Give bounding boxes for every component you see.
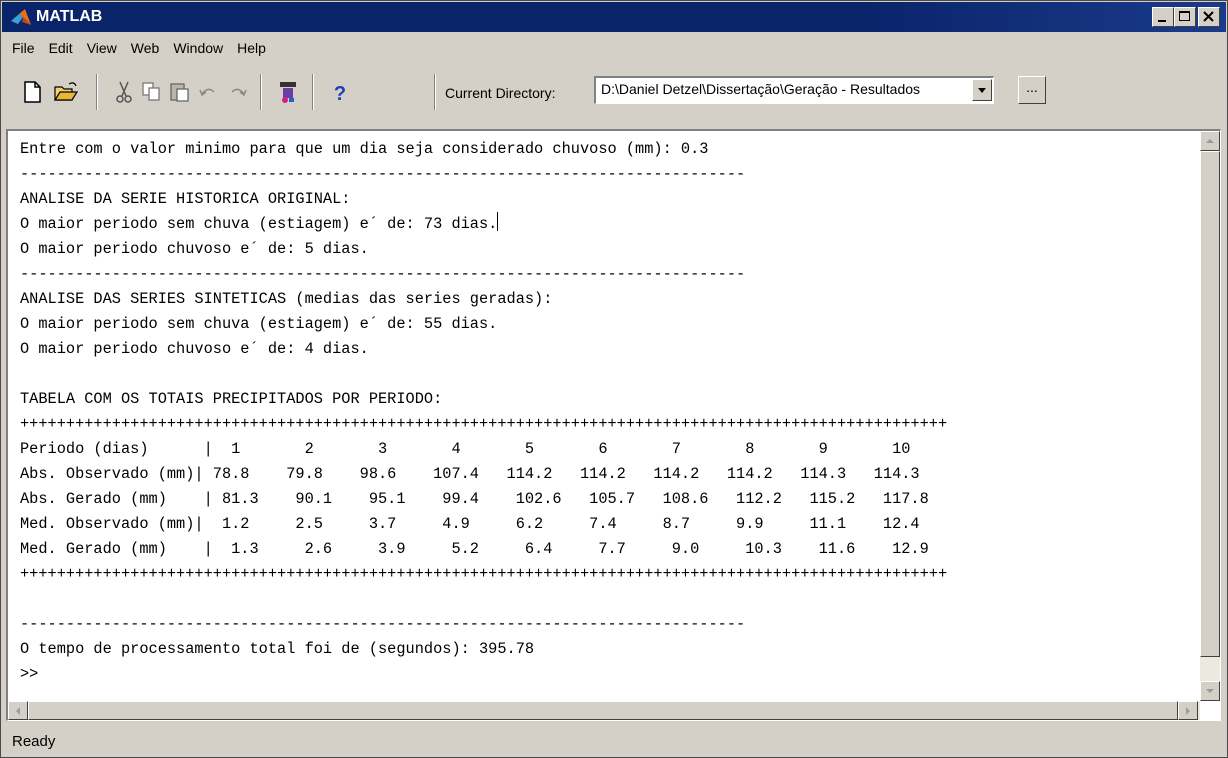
scroll-down-button[interactable]	[1200, 681, 1220, 701]
menu-file[interactable]: File	[2, 35, 42, 61]
matlab-window: MATLAB File Edit View Web Window Help ? …	[0, 0, 1228, 758]
window-title: MATLAB	[36, 8, 103, 25]
title-bar[interactable]: MATLAB	[2, 2, 1226, 32]
menu-bar: File Edit View Web Window Help	[2, 35, 1226, 61]
text-cursor	[497, 212, 499, 231]
close-button[interactable]	[1198, 7, 1220, 27]
console-line: >>	[20, 665, 39, 683]
undo-icon[interactable]	[194, 78, 222, 106]
console-line: O maior periodo chuvoso e´ de: 5 dias.	[20, 240, 369, 258]
copy-icon[interactable]	[138, 78, 166, 106]
chevron-down-icon	[978, 88, 986, 93]
browse-directory-button[interactable]: ...	[1018, 76, 1046, 104]
console-line: Med. Observado (mm)| 1.2 2.5 3.7 4.9 6.2…	[20, 515, 920, 533]
arrow-right-icon	[1186, 707, 1190, 715]
console-line: O tempo de processamento total foi de (s…	[20, 640, 535, 658]
new-file-icon[interactable]	[18, 78, 46, 106]
console-line: ----------------------------------------…	[20, 265, 746, 283]
console-output: Entre com o valor minimo para que um dia…	[20, 137, 1185, 685]
toolbar-separator	[312, 74, 314, 110]
vertical-scrollbar[interactable]	[1200, 131, 1220, 701]
open-folder-icon[interactable]	[52, 78, 80, 106]
redo-icon[interactable]	[224, 78, 252, 106]
minimize-icon	[1158, 20, 1166, 22]
arrow-up-icon	[1206, 139, 1214, 143]
horizontal-scrollbar[interactable]	[8, 701, 1200, 720]
maximize-button[interactable]	[1174, 7, 1196, 27]
console-line: O maior periodo sem chuva (estiagem) e´ …	[20, 315, 498, 333]
console-line: O maior periodo sem chuva (estiagem) e´ …	[20, 212, 1185, 237]
arrow-down-icon	[1206, 689, 1214, 693]
console-line: Periodo (dias) | 1 2 3 4 5 6 7 8 9 10	[20, 440, 911, 458]
console-line: Abs. Observado (mm)| 78.8 79.8 98.6 107.…	[20, 465, 920, 483]
toolbar: ? Current Directory: D:\Daniel Detzel\Di…	[2, 64, 1226, 128]
console-line: O maior periodo chuvoso e´ de: 4 dias.	[20, 340, 369, 358]
help-icon[interactable]: ?	[326, 78, 354, 106]
menu-view[interactable]: View	[80, 35, 124, 61]
console-line: ----------------------------------------…	[20, 165, 746, 183]
console-line: Entre com o valor minimo para que um dia…	[20, 140, 709, 158]
console-line: TABELA COM OS TOTAIS PRECIPITADOS POR PE…	[20, 390, 443, 408]
paste-icon[interactable]	[166, 78, 194, 106]
current-directory-dropdown[interactable]: D:\Daniel Detzel\Dissertação\Geração - R…	[594, 76, 994, 104]
scroll-right-button[interactable]	[1178, 701, 1198, 720]
toolbar-separator	[260, 74, 262, 110]
console-line: ++++++++++++++++++++++++++++++++++++++++…	[20, 565, 948, 583]
console-line: ++++++++++++++++++++++++++++++++++++++++…	[20, 415, 948, 433]
svg-text:?: ?	[334, 83, 346, 105]
status-bar: Ready	[2, 727, 1226, 757]
vertical-scroll-thumb[interactable]	[1200, 151, 1220, 657]
matlab-logo-icon	[11, 9, 31, 25]
console-line: Med. Gerado (mm) | 1.3 2.6 3.9 5.2 6.4 7…	[20, 540, 929, 558]
maximize-icon	[1179, 11, 1190, 21]
cut-icon[interactable]	[110, 78, 138, 106]
console-line: ----------------------------------------…	[20, 615, 746, 633]
simulink-icon[interactable]	[274, 78, 302, 106]
horizontal-scroll-thumb[interactable]	[28, 701, 1178, 720]
command-window[interactable]: Entre com o valor minimo para que um dia…	[6, 129, 1221, 721]
arrow-left-icon	[16, 707, 20, 715]
current-directory-value: D:\Daniel Detzel\Dissertação\Geração - R…	[601, 81, 921, 97]
menu-edit[interactable]: Edit	[42, 35, 80, 61]
scroll-up-button[interactable]	[1200, 131, 1220, 151]
close-icon	[1203, 11, 1214, 22]
console-line: ANALISE DAS SERIES SINTETICAS (medias da…	[20, 290, 553, 308]
console-line: Abs. Gerado (mm) | 81.3 90.1 95.1 99.4 1…	[20, 490, 929, 508]
current-directory-label: Current Directory:	[445, 85, 556, 101]
status-text: Ready	[12, 733, 56, 750]
toolbar-separator	[96, 74, 98, 110]
toolbar-separator	[434, 74, 436, 110]
console-line: ANALISE DA SERIE HISTORICA ORIGINAL:	[20, 190, 351, 208]
menu-web[interactable]: Web	[124, 35, 167, 61]
menu-help[interactable]: Help	[230, 35, 273, 61]
minimize-button[interactable]	[1152, 7, 1174, 27]
menu-window[interactable]: Window	[166, 35, 230, 61]
dropdown-button[interactable]	[972, 79, 992, 101]
scroll-left-button[interactable]	[8, 701, 28, 720]
